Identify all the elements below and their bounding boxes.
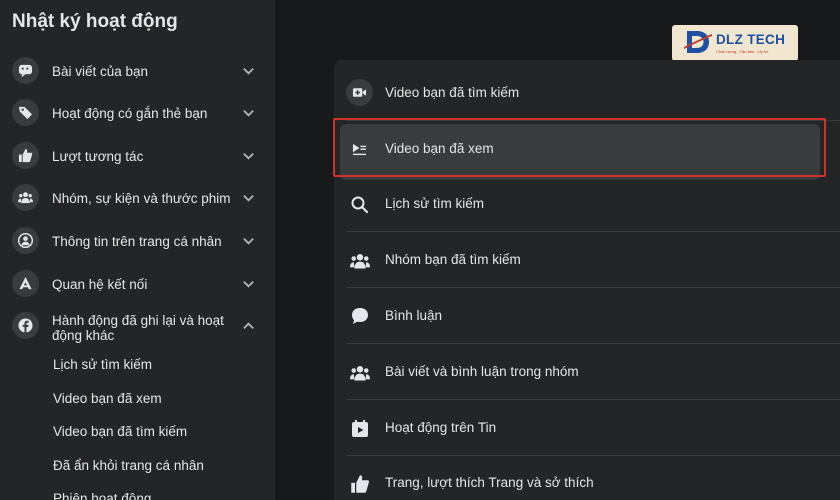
comment-icon xyxy=(346,302,373,329)
chevron-down-icon[interactable] xyxy=(242,277,255,290)
sidebar-item-groups-events-reels[interactable]: Nhóm, sự kiện và thước phim xyxy=(0,178,275,218)
chevron-down-icon[interactable] xyxy=(242,64,255,77)
list-item-label: Video bạn đã tìm kiếm xyxy=(385,85,520,100)
chevron-down-icon[interactable] xyxy=(242,149,255,162)
story-icon xyxy=(346,415,373,442)
list-item-group-posts-comments[interactable]: Bài viết và bình luận trong nhóm xyxy=(346,344,840,400)
sidebar-item-label: Nhóm, sự kiện và thước phim xyxy=(52,191,231,206)
sidebar-item-logged-actions[interactable]: Hành động đã ghi lại và hoạt động khác xyxy=(0,306,275,352)
sidebar-item-connections[interactable]: Quan hệ kết nối xyxy=(0,264,275,304)
tag-icon xyxy=(12,99,39,126)
sidebar-subitem-hidden-from-profile[interactable]: Đã ẩn khỏi trang cá nhân xyxy=(53,458,204,473)
list-item-groups-searched[interactable]: Nhóm bạn đã tìm kiếm xyxy=(346,232,840,288)
thumbs-up-icon xyxy=(346,470,373,497)
search-icon xyxy=(346,191,373,218)
chevron-down-icon[interactable] xyxy=(242,234,255,247)
list-item-label: Lịch sử tìm kiếm xyxy=(385,196,485,211)
sidebar-item-interactions[interactable]: Lượt tương tác xyxy=(0,136,275,176)
sidebar-item-label-line1: Hành động đã ghi lại và hoạt xyxy=(52,313,224,328)
dlz-tech-logo: DLZ TECH Chất lượng - Tận tâm - Uy tín xyxy=(672,25,798,61)
chevron-up-icon[interactable] xyxy=(242,320,255,333)
list-item-label: Bài viết và bình luận trong nhóm xyxy=(385,364,579,379)
sidebar-item-label: Quan hệ kết nối xyxy=(52,277,148,292)
activity-log-sidebar: Nhật ký hoạt động Bài viết của bạn Hoạt … xyxy=(0,0,275,500)
message-icon xyxy=(12,57,39,84)
sidebar-item-tagged-activity[interactable]: Hoạt động có gắn thẻ bạn xyxy=(0,93,275,133)
list-item-pages-likes-interests[interactable]: Trang, lượt thích Trang và sở thích xyxy=(346,456,840,500)
sidebar-subitem-search-history[interactable]: Lịch sử tìm kiếm xyxy=(53,357,152,372)
chevron-down-icon[interactable] xyxy=(242,106,255,119)
list-item-label: Trang, lượt thích Trang và sở thích xyxy=(385,475,594,490)
list-item-label: Nhóm bạn đã tìm kiếm xyxy=(385,252,521,267)
sidebar-item-label: Lượt tương tác xyxy=(52,149,144,164)
sidebar-item-your-posts[interactable]: Bài viết của bạn xyxy=(0,51,275,91)
profile-icon xyxy=(12,227,39,254)
list-item-comments[interactable]: Bình luận xyxy=(346,288,840,344)
connection-icon xyxy=(12,270,39,297)
list-item-search-history[interactable]: Lịch sử tìm kiếm xyxy=(346,176,840,232)
people-icon xyxy=(346,359,373,386)
sidebar-item-label-line2: động khác xyxy=(52,328,115,343)
highlight-annotation xyxy=(333,118,826,177)
people-icon xyxy=(12,184,39,211)
chevron-down-icon[interactable] xyxy=(242,191,255,204)
list-item-label: Bình luận xyxy=(385,308,443,323)
list-item-videos-searched[interactable]: Video bạn đã tìm kiếm xyxy=(346,64,840,120)
sidebar-item-label: Thông tin trên trang cá nhân xyxy=(52,234,222,249)
sidebar-subitem-videos-watched[interactable]: Video bạn đã xem xyxy=(53,391,162,406)
thumbs-up-icon xyxy=(12,142,39,169)
video-add-icon xyxy=(346,79,373,106)
facebook-icon xyxy=(12,312,39,339)
sidebar-subitem-videos-searched[interactable]: Video bạn đã tìm kiếm xyxy=(53,424,187,439)
logo-text: DLZ TECH xyxy=(716,32,786,47)
list-item-story-activity[interactable]: Hoạt động trên Tin xyxy=(346,400,840,456)
sidebar-item-label: Bài viết của bạn xyxy=(52,64,149,79)
people-icon xyxy=(346,247,373,274)
sidebar-subitem-activity-sessions[interactable]: Phiên hoạt động xyxy=(53,491,151,500)
dlz-logo-mark-icon xyxy=(684,31,712,53)
sidebar-item-label: Hoạt động có gắn thẻ bạn xyxy=(52,106,208,121)
sidebar-item-profile-info[interactable]: Thông tin trên trang cá nhân xyxy=(0,221,275,261)
logo-tagline: Chất lượng - Tận tâm - Uy tín xyxy=(716,49,769,54)
sidebar-title: Nhật ký hoạt động xyxy=(12,11,178,32)
list-item-label: Hoạt động trên Tin xyxy=(385,420,497,435)
